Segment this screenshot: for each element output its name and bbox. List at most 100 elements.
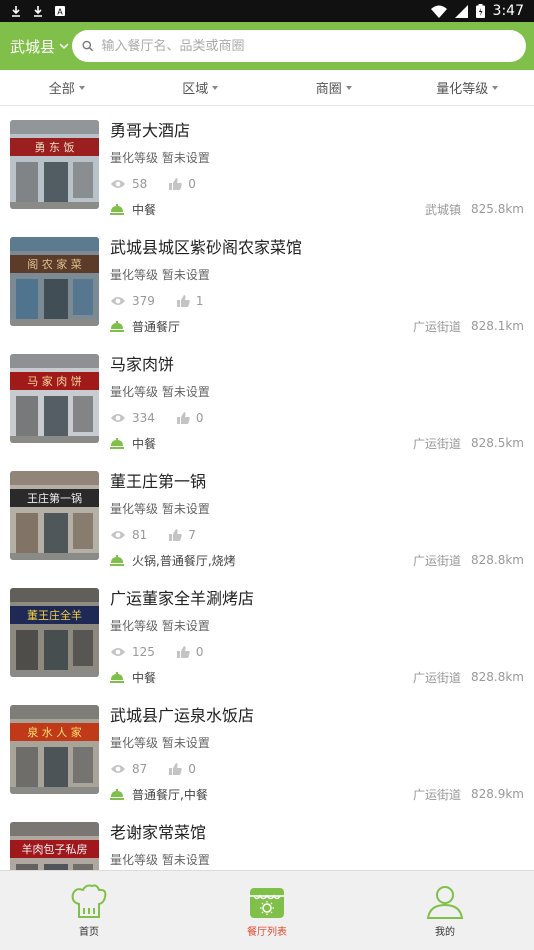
- category-row: 中餐 广运街道 828.8km: [110, 669, 524, 685]
- restaurant-category: 火锅,普通餐厅,烧烤: [132, 553, 236, 568]
- restaurant-name: 武城县广运泉水饭店: [110, 706, 255, 725]
- city-label: 武城县: [10, 37, 56, 56]
- tab-label: 首页: [79, 927, 99, 938]
- filter-all[interactable]: 全部: [0, 70, 134, 105]
- svg-text:A: A: [57, 8, 63, 17]
- list-item[interactable]: 勇 东 饭 勇哥大酒店 量化等级 暂未设置 58 0 中餐 武城镇 825.8k…: [0, 106, 534, 223]
- search-icon: [82, 40, 94, 52]
- restaurant-name: 董王庄第一锅: [110, 472, 207, 491]
- stats-row: 58 0: [110, 176, 524, 192]
- thumbs-up-icon: [169, 529, 182, 541]
- tab-mine[interactable]: 我的: [356, 871, 534, 950]
- quantified-grade: 量化等级 暂未设置: [110, 502, 210, 516]
- view-count: 87: [132, 762, 148, 776]
- filter-area[interactable]: 区域: [134, 70, 268, 105]
- thumbs-up-icon: [176, 295, 190, 307]
- bottom-tab-bar: 首页 餐厅列表 我的: [0, 870, 534, 950]
- svg-text:马 家 肉 饼: 马 家 肉 饼: [27, 374, 82, 388]
- city-selector[interactable]: 武城县: [10, 36, 72, 57]
- clock: 3:47: [492, 3, 524, 19]
- list-item[interactable]: 董王庄全羊 广运董家全羊涮烤店 量化等级 暂未设置 125 0 中餐 广运街道 …: [0, 574, 534, 691]
- list-item[interactable]: 羊肉包子私房 老谢家常菜馆 量化等级 暂未设置: [0, 808, 534, 870]
- stats-row: 87 0: [110, 761, 524, 777]
- restaurant-thumbnail: 羊肉包子私房: [10, 822, 99, 870]
- battery-icon: [475, 4, 485, 18]
- user-icon: [426, 886, 464, 919]
- dish-cover-icon: [110, 788, 124, 800]
- restaurant-location: 广运街道: [412, 787, 461, 802]
- notification-a-icon: A: [55, 6, 65, 17]
- quantified-grade: 量化等级 暂未设置: [110, 151, 210, 165]
- tab-home[interactable]: 首页: [0, 871, 178, 950]
- restaurant-category: 中餐: [132, 436, 157, 451]
- like-count: 1: [195, 294, 204, 308]
- restaurant-distance: 828.5km: [471, 436, 524, 450]
- restaurant-category: 中餐: [132, 670, 157, 685]
- restaurant-location: 广运街道: [412, 436, 461, 451]
- storefront-icon: [250, 888, 284, 918]
- quantified-grade: 量化等级 暂未设置: [110, 853, 210, 867]
- tab-label: 我的: [435, 927, 455, 938]
- category-row: 普通餐厅 广运街道 828.1km: [110, 318, 524, 334]
- restaurant-distance: 828.8km: [471, 670, 524, 684]
- search-input[interactable]: [101, 38, 516, 54]
- list-item[interactable]: 马 家 肉 饼 马家肉饼 量化等级 暂未设置 334 0 中餐 广运街道 828…: [0, 340, 534, 457]
- restaurant-category: 普通餐厅,中餐: [132, 787, 208, 802]
- dish-cover-icon: [110, 203, 124, 215]
- restaurant-thumbnail: 泉 水 人 家: [10, 705, 99, 794]
- tab-restaurant-list[interactable]: 餐厅列表: [178, 871, 356, 950]
- tab-label: 餐厅列表: [247, 927, 287, 938]
- like-count: 0: [188, 177, 196, 191]
- search-box[interactable]: [72, 30, 526, 62]
- svg-text:勇 东 饭: 勇 东 饭: [35, 141, 75, 154]
- like-count: 7: [188, 528, 196, 542]
- category-row: 中餐 武城镇 825.8km: [110, 201, 524, 217]
- thumbs-up-icon: [169, 178, 182, 190]
- caret-down-icon: [345, 85, 352, 90]
- thumbs-up-icon: [169, 763, 182, 775]
- restaurant-distance: 828.8km: [471, 553, 524, 567]
- restaurant-thumbnail: 马 家 肉 饼: [10, 354, 99, 443]
- svg-text:王庄第一锅: 王庄第一锅: [27, 491, 82, 505]
- caret-down-icon: [78, 85, 85, 90]
- restaurant-name: 马家肉饼: [110, 355, 175, 374]
- restaurant-name: 勇哥大酒店: [110, 121, 191, 140]
- like-count: 0: [195, 645, 204, 659]
- download-icon: [34, 6, 42, 17]
- restaurant-thumbnail: 董王庄全羊: [10, 588, 99, 677]
- view-count: 81: [132, 528, 148, 542]
- restaurant-category: 普通餐厅: [132, 319, 181, 334]
- eye-icon: [111, 297, 125, 305]
- list-item[interactable]: 王庄第一锅 董王庄第一锅 量化等级 暂未设置 81 7 火锅,普通餐厅,烧烤 广…: [0, 457, 534, 574]
- svg-text:羊肉包子私房: 羊肉包子私房: [22, 842, 88, 856]
- svg-text:阁 农 家 菜: 阁 农 家 菜: [27, 257, 82, 271]
- restaurant-list[interactable]: 勇 东 饭 勇哥大酒店 量化等级 暂未设置 58 0 中餐 武城镇 825.8k…: [0, 106, 534, 870]
- restaurant-location: 武城镇: [424, 202, 461, 217]
- wifi-icon: [430, 5, 447, 18]
- stats-row: 334 0: [110, 410, 524, 426]
- restaurant-distance: 828.1km: [471, 319, 524, 333]
- dish-cover-icon: [110, 320, 124, 332]
- eye-icon: [111, 180, 125, 188]
- quantified-grade: 量化等级 暂未设置: [110, 268, 210, 282]
- thumbs-up-icon: [176, 646, 190, 658]
- restaurant-thumbnail: 勇 东 饭: [10, 120, 99, 209]
- quantified-grade: 量化等级 暂未设置: [110, 385, 210, 399]
- restaurant-thumbnail: 王庄第一锅: [10, 471, 99, 560]
- filter-quantified-grade[interactable]: 量化等级: [401, 70, 534, 105]
- stats-row: 379 1: [110, 293, 524, 309]
- stats-row: 81 7: [110, 527, 524, 543]
- download-icon: [12, 6, 20, 17]
- restaurant-distance: 825.8km: [471, 202, 524, 216]
- caret-down-icon: [492, 85, 499, 90]
- restaurant-location: 广运街道: [412, 553, 461, 568]
- list-item[interactable]: 阁 农 家 菜 武城县城区紫砂阁农家菜馆 量化等级 暂未设置 379 1 普通餐…: [0, 223, 534, 340]
- eye-icon: [111, 648, 125, 656]
- list-item[interactable]: 泉 水 人 家 武城县广运泉水饭店 量化等级 暂未设置 87 0 普通餐厅,中餐…: [0, 691, 534, 808]
- status-bar: A 3:47: [0, 0, 534, 22]
- filter-business-district[interactable]: 商圈: [267, 70, 401, 105]
- stats-row: 125 0: [110, 644, 524, 660]
- top-bar: 武城县: [0, 22, 534, 70]
- restaurant-location: 广运街道: [412, 319, 461, 334]
- caret-down-icon: [212, 85, 219, 90]
